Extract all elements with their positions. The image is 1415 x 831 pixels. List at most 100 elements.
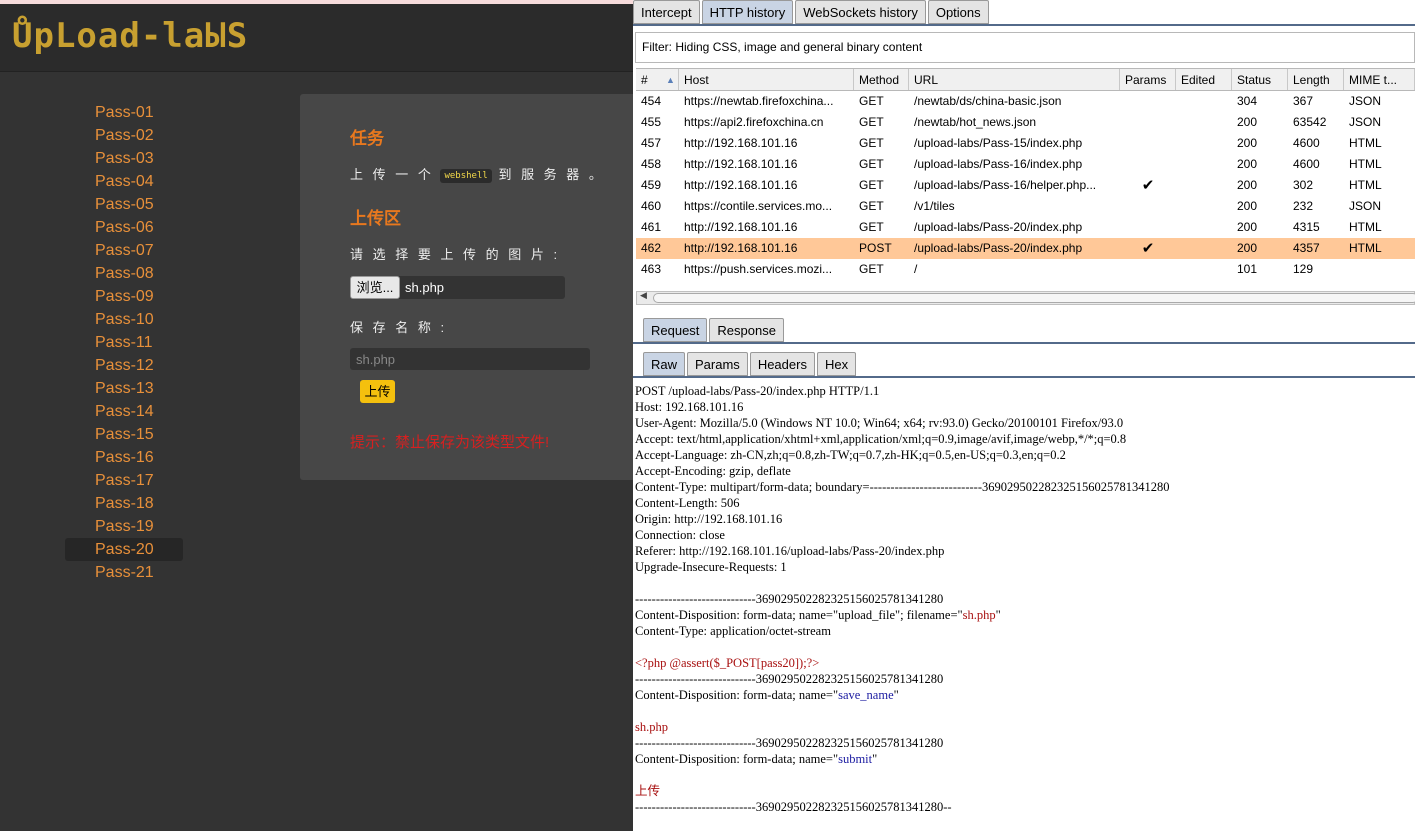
file-picker[interactable]: 浏览... sh.php	[350, 276, 565, 299]
scrollbar-thumb[interactable]	[653, 293, 1415, 303]
cell-status: 200	[1237, 157, 1258, 171]
tab-websockets-history[interactable]: WebSockets history	[795, 0, 926, 24]
raw-line	[635, 639, 1415, 655]
table-row[interactable]: 457 http://192.168.101.16 GET/upload-labs/…	[636, 133, 1415, 154]
tab-options[interactable]: Options	[927, 0, 989, 24]
table-horizontal-scrollbar[interactable]: ◀	[636, 290, 1415, 305]
nav-item-pass-20[interactable]: Pass-20	[65, 538, 183, 561]
raw-line: Referer: http://192.168.101.16/upload-la…	[635, 543, 1415, 559]
raw-line: Upgrade-Insecure-Requests: 1	[635, 559, 1415, 575]
column-header-status[interactable]: Status	[1232, 69, 1288, 90]
cell-mime: HTML	[1349, 241, 1382, 255]
table-row[interactable]: 461 http://192.168.101.16 GET/upload-labs/…	[636, 217, 1415, 238]
upload-labs-page: ŮpLoad-laЫS Pass-01 Pass-02 Pass-03 Pass-04…	[0, 0, 640, 831]
column-header-url[interactable]: URL	[909, 69, 1120, 90]
tab-request[interactable]: Request	[643, 318, 708, 342]
raw-segment: Origin: http://192.168.101.16	[635, 512, 783, 526]
cell-length: 63542	[1293, 115, 1327, 129]
nav-item-pass-19[interactable]: Pass-19	[65, 515, 183, 538]
column-header-mime-t[interactable]: MIME t...	[1344, 69, 1415, 90]
nav-item-pass-15[interactable]: Pass-15	[65, 423, 183, 446]
browse-button[interactable]: 浏览...	[350, 276, 400, 299]
history-filter-bar[interactable]: Filter: Hiding CSS, image and general bi…	[635, 32, 1415, 63]
view-tab-separator	[633, 376, 1415, 378]
tab-raw[interactable]: Raw	[643, 352, 686, 376]
nav-item-pass-03[interactable]: Pass-03	[65, 147, 183, 170]
nav-item-pass-14[interactable]: Pass-14	[65, 400, 183, 423]
nav-item-pass-21[interactable]: Pass-21	[65, 561, 183, 584]
nav-item-pass-04[interactable]: Pass-04	[65, 170, 183, 193]
nav-item-pass-16[interactable]: Pass-16	[65, 446, 183, 469]
nav-item-pass-11[interactable]: Pass-11	[65, 331, 183, 354]
nav-item-pass-05[interactable]: Pass-05	[65, 193, 183, 216]
table-row[interactable]: 458 http://192.168.101.16 GET/upload-labs/…	[636, 154, 1415, 175]
sort-ascending-icon[interactable]: ▲	[666, 69, 675, 91]
tab-params[interactable]: Params	[687, 352, 748, 376]
raw-line: 上传	[635, 783, 1415, 799]
raw-line	[635, 767, 1415, 783]
upload-submit-button[interactable]: 上传	[360, 380, 395, 403]
tab-response[interactable]: Response	[709, 318, 784, 342]
cell-edited	[1176, 175, 1232, 196]
cell-edited	[1176, 238, 1232, 259]
cell-url: /upload-labs/Pass-16/helper.php...	[914, 178, 1097, 192]
cell-length: 4357	[1293, 241, 1320, 255]
tab-separator	[633, 24, 1415, 26]
raw-segment: Accept: text/html,application/xhtml+xml,…	[635, 432, 1127, 446]
column-header-method[interactable]: Method	[854, 69, 909, 90]
nav-item-pass-18[interactable]: Pass-18	[65, 492, 183, 515]
table-row[interactable]: 454 https://newtab.firefoxchina... GET/new…	[636, 91, 1415, 112]
cell-method: GET	[859, 262, 884, 276]
nav-item-pass-01[interactable]: Pass-01	[65, 101, 183, 124]
scroll-left-icon[interactable]: ◀	[640, 290, 647, 301]
nav-item-pass-12[interactable]: Pass-12	[65, 354, 183, 377]
raw-segment: Host: 192.168.101.16	[635, 400, 744, 414]
nav-item-pass-09[interactable]: Pass-09	[65, 285, 183, 308]
raw-line: Content-Disposition: form-data; name="sa…	[635, 687, 1415, 703]
raw-line: -----------------------------36902950228…	[635, 591, 1415, 607]
table-row[interactable]: 462 http://192.168.101.16 POST/upload-labs…	[636, 238, 1415, 259]
nav-item-pass-02[interactable]: Pass-02	[65, 124, 183, 147]
cell-edited	[1176, 259, 1232, 280]
nav-item-pass-06[interactable]: Pass-06	[65, 216, 183, 239]
raw-segment: sh.php	[635, 720, 668, 734]
nav-item-pass-10[interactable]: Pass-10	[65, 308, 183, 331]
raw-request-editor[interactable]: POST /upload-labs/Pass-20/index.php HTTP…	[635, 383, 1415, 815]
table-row[interactable]: 455 https://api2.firefoxchina.cn GET/newta…	[636, 112, 1415, 133]
cell-mime: JSON	[1349, 199, 1382, 213]
table-row[interactable]: 459 http://192.168.101.16 GET/upload-labs/…	[636, 175, 1415, 196]
raw-line: -----------------------------36902950228…	[635, 799, 1415, 815]
nav-item-pass-13[interactable]: Pass-13	[65, 377, 183, 400]
nav-item-pass-17[interactable]: Pass-17	[65, 469, 183, 492]
nav-item-pass-07[interactable]: Pass-07	[65, 239, 183, 262]
tab-intercept[interactable]: Intercept	[633, 0, 700, 24]
upload-hint: 提示：禁止保存为该类型文件!	[350, 434, 550, 451]
raw-segment: "	[893, 688, 899, 702]
tab-headers[interactable]: Headers	[749, 352, 815, 376]
site-logo[interactable]: ŮpLoad-laЫS	[12, 16, 248, 56]
column-header-edited[interactable]: Edited	[1176, 69, 1232, 90]
cell-length: 4600	[1293, 157, 1320, 171]
cell-num: 457	[641, 136, 662, 150]
cell-mime: HTML	[1349, 157, 1382, 171]
message-view-tabs: Raw Params Headers Hex	[643, 352, 857, 376]
column-header-length[interactable]: Length	[1288, 69, 1344, 90]
cell-url: /v1/tiles	[914, 199, 955, 213]
column-header-host[interactable]: Host	[679, 69, 854, 90]
raw-line: Accept-Encoding: gzip, deflate	[635, 463, 1415, 479]
column-header-params[interactable]: Params	[1120, 69, 1176, 90]
table-row[interactable]: 463 https://push.services.mozi... GET / 101 1…	[636, 259, 1415, 280]
cell-method: GET	[859, 199, 884, 213]
task-text-after: 到 服 务 器 。	[498, 167, 605, 182]
table-row[interactable]: 460 https://contile.services.mo... GET/v1/…	[636, 196, 1415, 217]
nav-item-pass-08[interactable]: Pass-08	[65, 262, 183, 285]
cell-length: 367	[1293, 94, 1314, 108]
webshell-code-tag: webshell	[440, 168, 492, 183]
req-tab-separator	[633, 342, 1415, 344]
tab-hex[interactable]: Hex	[816, 352, 857, 376]
raw-segment: -----------------------------36902950228…	[635, 592, 944, 606]
save-name-input[interactable]	[350, 348, 590, 370]
tab-http-history[interactable]: HTTP history	[701, 0, 794, 24]
cell-status: 200	[1237, 241, 1258, 255]
cell-edited	[1176, 112, 1232, 133]
